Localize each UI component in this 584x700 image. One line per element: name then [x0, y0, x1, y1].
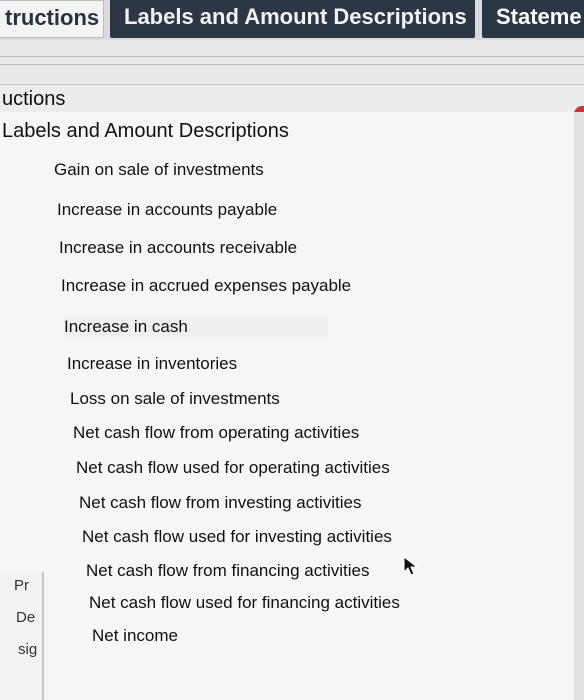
- list-item[interactable]: Loss on sale of investments: [70, 389, 280, 409]
- section-title: uctions: [2, 88, 66, 110]
- list-item[interactable]: Gain on sale of investments: [54, 160, 264, 180]
- labels-dropdown-panel: Labels and Amount Descriptions Gain on s…: [0, 112, 574, 700]
- tab-instructions[interactable]: tructions: [0, 0, 104, 38]
- dropdown-title: Labels and Amount Descriptions: [2, 120, 289, 142]
- tab-statement[interactable]: Stateme: [482, 0, 584, 38]
- list-item[interactable]: Increase in accounts receivable: [59, 238, 297, 258]
- list-item[interactable]: Increase in cash: [64, 317, 328, 337]
- list-item[interactable]: Increase in accounts payable: [57, 200, 277, 220]
- list-item[interactable]: Net income: [92, 626, 178, 646]
- mouse-pointer-icon: [403, 555, 419, 581]
- list-item[interactable]: Increase in accrued expenses payable: [61, 276, 351, 296]
- background-label: De: [16, 609, 36, 626]
- list-item[interactable]: Net cash flow used for financing activit…: [89, 593, 400, 613]
- list-item[interactable]: Net cash flow used for operating activit…: [76, 458, 390, 478]
- background-label: Pr: [14, 577, 29, 594]
- list-item[interactable]: Increase in inventories: [67, 354, 237, 374]
- divider: [0, 64, 584, 65]
- background-label: sig: [18, 641, 38, 658]
- list-item[interactable]: Net cash flow used for investing activit…: [82, 527, 392, 547]
- tab-labels-and-amount-descriptions[interactable]: Labels and Amount Descriptions: [110, 0, 475, 38]
- divider: [0, 56, 584, 57]
- list-item[interactable]: Net cash flow from operating activities: [73, 423, 359, 443]
- panel-edge: [574, 112, 584, 700]
- list-item[interactable]: Net cash flow from financing activities: [86, 561, 369, 581]
- section-header: uctions: [0, 84, 584, 114]
- list-item[interactable]: Net cash flow from investing activities: [79, 493, 362, 513]
- tab-bar: tructions Labels and Amount Descriptions…: [0, 0, 584, 40]
